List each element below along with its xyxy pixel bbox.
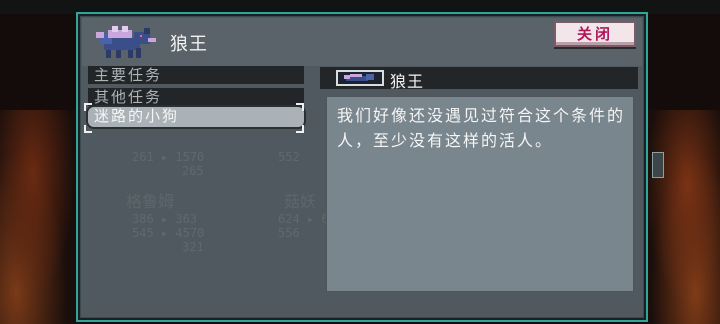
- ghost-name: 格鲁姆: [126, 192, 175, 211]
- detail-header: 狼王: [320, 67, 638, 91]
- detail-title: 狼王: [390, 72, 425, 91]
- cave-wall-left: [0, 110, 82, 324]
- wolf-king-small-icon: [336, 70, 384, 86]
- ghost-stat: 545 ▸ 4570: [132, 226, 205, 240]
- ghost-name: 菇妖: [284, 192, 317, 211]
- ghost-stat: 556: [278, 226, 300, 240]
- quest-category-main[interactable]: 主要任务: [88, 66, 304, 84]
- dialog-header: 狼王 关闭: [82, 18, 642, 66]
- ghost-stat: 552: [278, 150, 300, 164]
- scroll-tab[interactable]: [652, 152, 664, 178]
- close-button[interactable]: 关闭: [554, 21, 636, 47]
- quest-item-lost-puppy[interactable]: 迷路的小狗: [88, 107, 304, 127]
- quest-category-other[interactable]: 其他任务: [88, 88, 304, 106]
- selection-corner: [296, 125, 304, 133]
- selection-corner: [84, 103, 92, 111]
- selection-corner: [296, 103, 304, 111]
- selection-corner: [84, 125, 92, 133]
- cave-wall-right: [638, 110, 720, 324]
- ghost-stat: 265: [182, 164, 204, 178]
- detail-description: 我们好像还没遇见过符合这个条件的人，至少没有这样的活人。: [337, 106, 626, 150]
- header-title: 狼王: [170, 34, 208, 55]
- ghost-stat: 386 ▸ 363: [132, 212, 198, 226]
- wolf-king-icon: [90, 20, 158, 62]
- ghost-stat: 261 ▸ 1570: [132, 150, 205, 164]
- ghost-stat: 321: [182, 240, 204, 254]
- detail-description-box: 我们好像还没遇见过符合这个条件的人，至少没有这样的活人。: [326, 96, 634, 292]
